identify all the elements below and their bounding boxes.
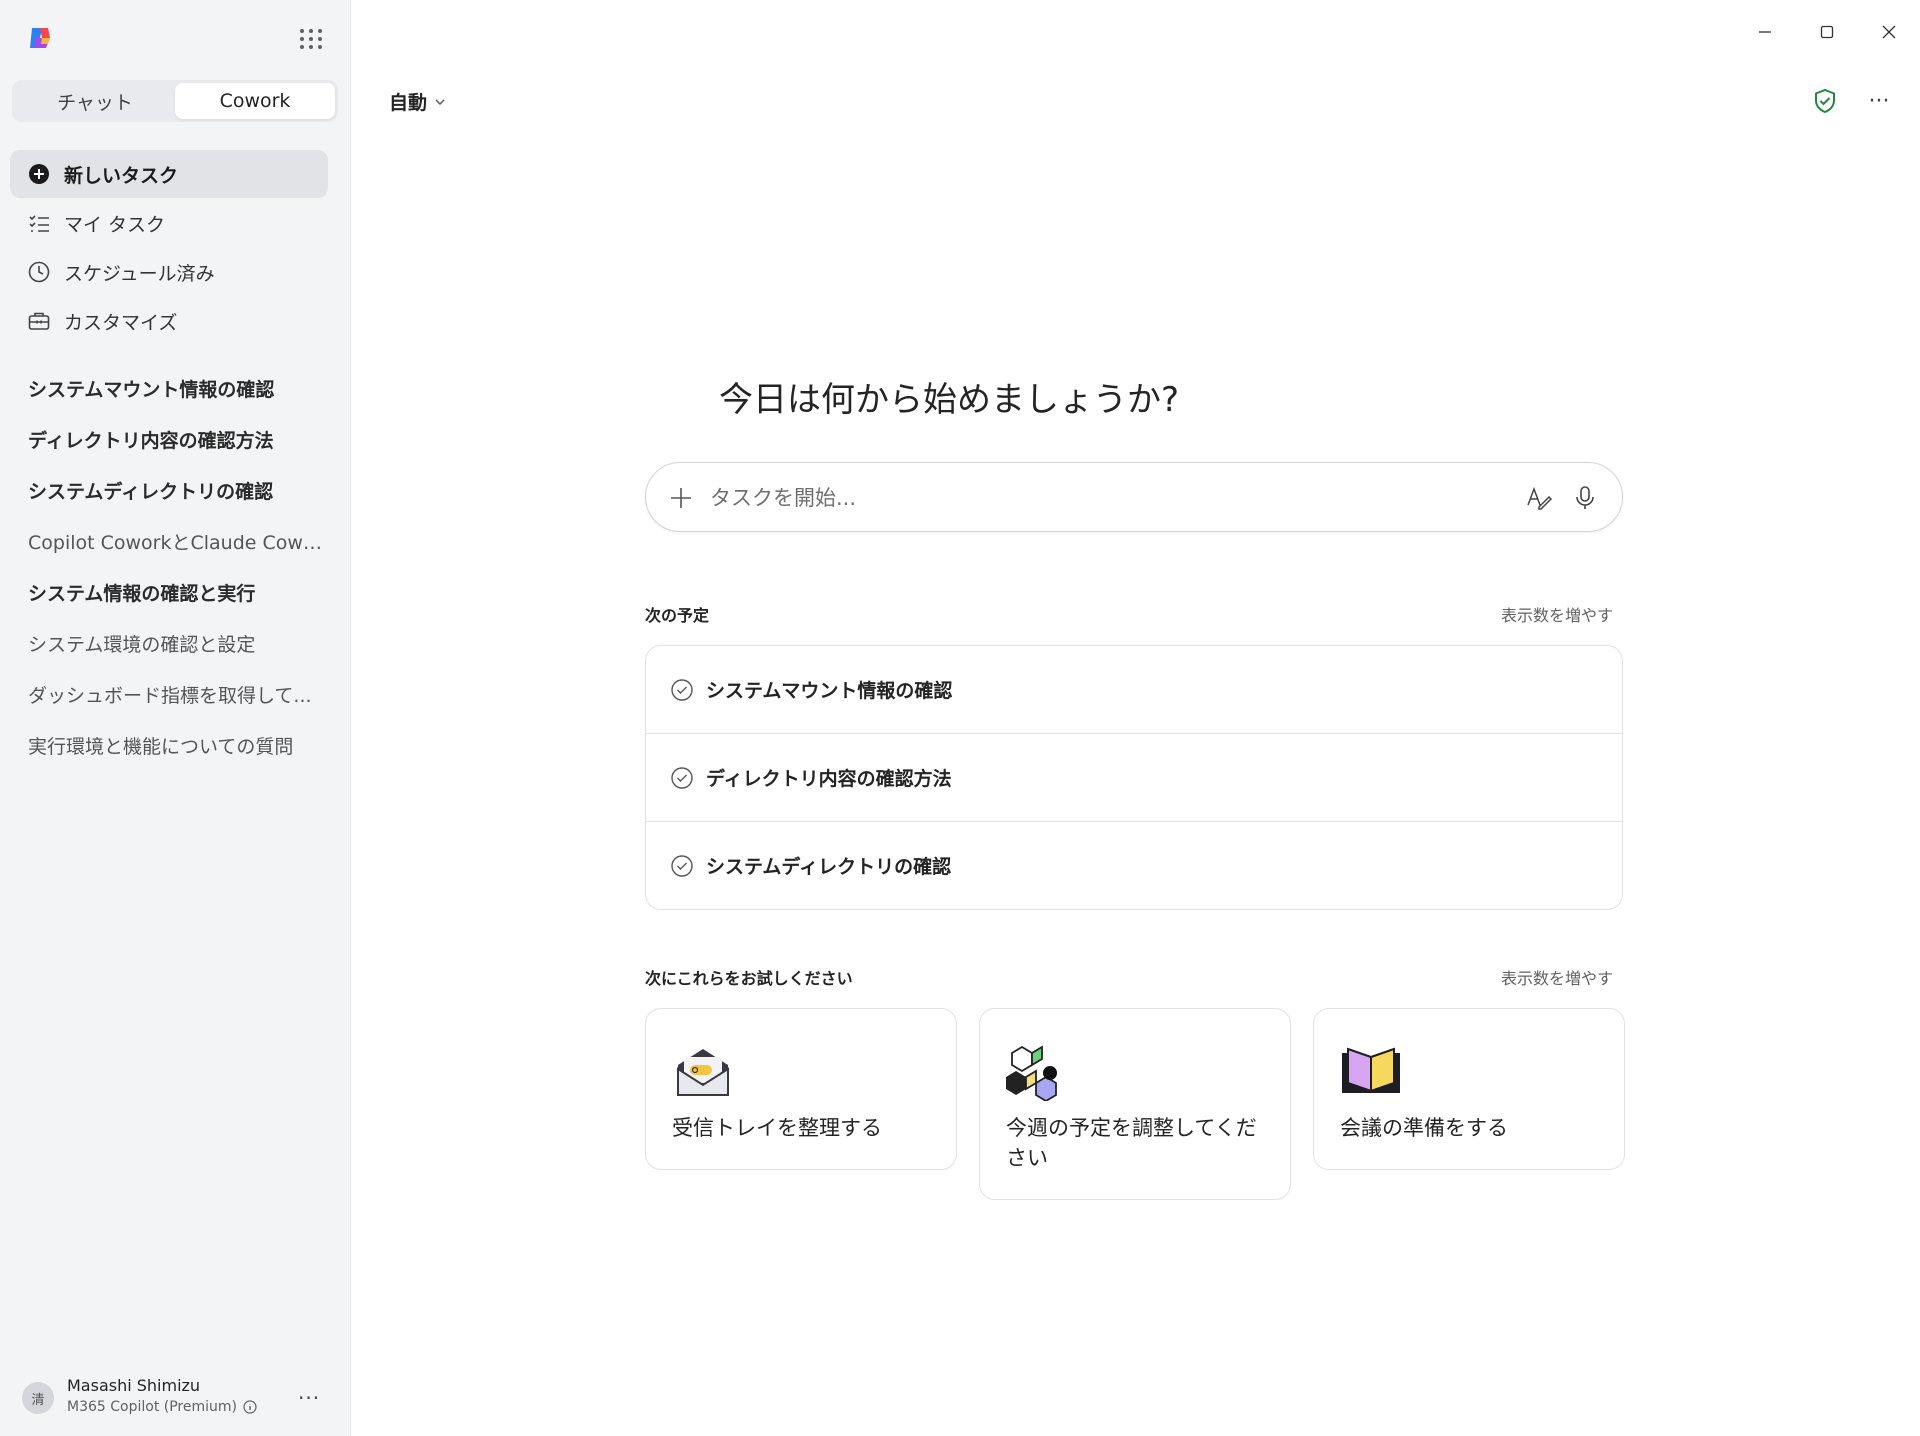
history-item[interactable]: ダッシュボード指標を取得して...: [10, 669, 328, 720]
history-item-label: Copilot CoworkとClaude Cowor...: [28, 532, 326, 554]
plus-circle-icon: [28, 163, 50, 185]
upcoming-item-label: システムマウント情報の確認: [706, 680, 953, 702]
history-item-label: システム情報の確認と実行: [28, 583, 256, 605]
upcoming-item[interactable]: ディレクトリ内容の確認方法: [646, 734, 1622, 822]
sidebar-nav: 新しいタスク マイ タスク スケジュール済み カスタマイズ: [10, 150, 328, 346]
sidebar-item-label: マイ タスク: [64, 213, 166, 236]
tab-cowork[interactable]: Cowork: [175, 83, 335, 119]
window-controls: [1734, 0, 1920, 64]
add-attachment-icon[interactable]: [666, 483, 696, 513]
history-item[interactable]: Copilot CoworkとClaude Cowor...: [10, 516, 328, 567]
app-launcher-icon[interactable]: [296, 26, 326, 52]
upcoming-item[interactable]: システムディレクトリの確認: [646, 822, 1622, 909]
user-plan-label: M365 Copilot (Premium): [67, 1399, 237, 1415]
sidebar: チャット Cowork 新しいタスク マイ タスク スケジュール済み カスタマイ…: [0, 0, 351, 1436]
task-input-box: [645, 462, 1623, 532]
copilot-app-window: チャット Cowork 新しいタスク マイ タスク スケジュール済み カスタマイ…: [0, 0, 1920, 1436]
avatar: 清: [22, 1382, 54, 1414]
check-circle-icon: [671, 854, 693, 877]
maximize-button[interactable]: [1796, 0, 1858, 64]
suggestion-card-schedule[interactable]: 今週の予定を調整してください: [979, 1008, 1291, 1200]
upcoming-item-label: システムディレクトリの確認: [706, 856, 952, 878]
envelope-icon: [672, 1043, 734, 1101]
check-circle-icon: [671, 766, 693, 789]
suggestion-card-label: 受信トレイを整理する: [672, 1116, 882, 1140]
minimize-button[interactable]: [1734, 0, 1796, 64]
suggestion-card-meeting[interactable]: 会議の準備をする: [1313, 1008, 1625, 1170]
model-selector[interactable]: 自動: [389, 88, 446, 115]
history-item[interactable]: ディレクトリ内容の確認方法: [10, 414, 328, 465]
history-item[interactable]: システムマウント情報の確認: [10, 363, 328, 414]
upcoming-list: システムマウント情報の確認 ディレクトリ内容の確認方法 システムディレクトリの確…: [645, 645, 1623, 910]
tab-chat[interactable]: チャット: [15, 83, 175, 119]
close-button[interactable]: [1858, 0, 1920, 64]
history-item-label: ディレクトリ内容の確認方法: [28, 430, 274, 452]
copilot-logo-icon: [26, 24, 54, 52]
sidebar-item-customize[interactable]: カスタマイズ: [10, 297, 328, 345]
shield-check-icon[interactable]: [1812, 88, 1838, 114]
history-item-label: システムマウント情報の確認: [28, 379, 275, 401]
user-plan: M365 Copilot (Premium): [67, 1399, 257, 1415]
user-name: Masashi Shimizu: [67, 1376, 201, 1395]
sidebar-item-label: 新しいタスク: [64, 164, 179, 187]
suggestions-section-title: 次にこれらをお試しください: [645, 969, 853, 988]
suggestion-card-label: 会議の準備をする: [1340, 1116, 1508, 1140]
check-circle-icon: [671, 678, 693, 701]
sidebar-item-label: スケジュール済み: [64, 262, 215, 285]
history-item[interactable]: システムディレクトリの確認: [10, 465, 328, 516]
history-item-label: システムディレクトリの確認: [28, 481, 274, 503]
more-options-icon[interactable]: ···: [298, 1386, 320, 1410]
main-content: 自動 ··· 今日は何から始めましょうか? 次の予定 表示数を増やす シ: [351, 0, 1920, 1436]
clock-icon: [28, 261, 50, 283]
history-item-label: システム環境の確認と設定: [28, 634, 256, 656]
task-input[interactable]: [708, 479, 1452, 517]
history-item-label: 実行環境と機能についての質問: [28, 736, 294, 758]
book-icon: [1340, 1043, 1402, 1101]
upcoming-show-more-link[interactable]: 表示数を増やす: [1501, 602, 1613, 626]
history-item-label: ダッシュボード指標を取得して...: [28, 685, 312, 707]
sidebar-item-new-task[interactable]: 新しいタスク: [10, 150, 328, 198]
upcoming-item-label: ディレクトリ内容の確認方法: [706, 768, 952, 790]
suggestion-card-inbox[interactable]: 受信トレイを整理する: [645, 1008, 957, 1170]
upcoming-section-title: 次の予定: [645, 606, 710, 625]
greeting-heading: 今日は何から始めましょうか?: [719, 380, 1180, 420]
chevron-down-icon: [435, 99, 445, 105]
upcoming-item[interactable]: システムマウント情報の確認: [646, 646, 1622, 734]
info-icon[interactable]: [243, 1400, 257, 1414]
sidebar-item-label: カスタマイズ: [64, 311, 178, 334]
user-profile[interactable]: 清 Masashi Shimizu M365 Copilot (Premium)…: [22, 1376, 336, 1422]
history-item[interactable]: システム情報の確認と実行: [10, 567, 328, 618]
sidebar-item-my-tasks[interactable]: マイ タスク: [10, 199, 328, 247]
task-list-icon: [28, 212, 50, 234]
suggestion-card-label: 今週の予定を調整してください: [1006, 1116, 1257, 1170]
text-style-icon[interactable]: [1524, 483, 1554, 513]
suggestions-show-more-link[interactable]: 表示数を増やす: [1501, 965, 1613, 989]
model-selector-label: 自動: [389, 92, 428, 114]
toolbox-icon: [28, 310, 50, 332]
task-history-list: システムマウント情報の確認 ディレクトリ内容の確認方法 システムディレクトリの確…: [10, 363, 328, 771]
history-item[interactable]: システム環境の確認と設定: [10, 618, 328, 669]
more-options-icon[interactable]: ···: [1864, 88, 1894, 114]
sidebar-item-scheduled[interactable]: スケジュール済み: [10, 248, 328, 296]
cubes-icon: [1006, 1043, 1068, 1103]
history-item[interactable]: 実行環境と機能についての質問: [10, 720, 328, 771]
mode-tabs: チャット Cowork: [12, 80, 338, 122]
microphone-icon[interactable]: [1570, 483, 1600, 513]
